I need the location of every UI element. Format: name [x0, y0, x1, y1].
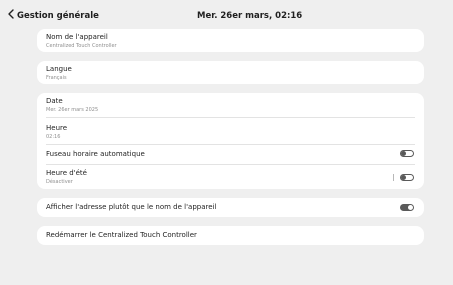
time-value: 02:16 [46, 134, 61, 140]
device-name-value: Centralized Touch Controller [46, 43, 117, 49]
time-label: Heure [46, 124, 68, 132]
header-bar: Gestion générale Mer. 26er mars, 02:16 [0, 0, 453, 28]
show-address-item[interactable]: Afficher l'adresse plutôt que le nom de … [37, 198, 424, 217]
toggle-knob [401, 175, 406, 180]
time-item[interactable]: Heure 02:16 [46, 124, 415, 140]
dst-label: Heure d'été [46, 169, 87, 177]
device-name-item[interactable]: Nom de l'appareil Centralized Touch Cont… [37, 29, 424, 52]
settings-screen: Gestion générale Mer. 26er mars, 02:16 N… [0, 0, 453, 285]
language-item[interactable]: Langue Français [37, 61, 424, 84]
auto-timezone-item[interactable]: Fuseau horaire automatique [46, 150, 415, 159]
restart-label: Redémarrer le Centralized Touch Controll… [46, 231, 197, 239]
back-button[interactable] [7, 9, 17, 21]
divider [46, 164, 415, 165]
date-value: Mer. 26er mars 2025 [46, 107, 99, 113]
show-address-label: Afficher l'adresse plutôt que le nom de … [46, 203, 217, 211]
dst-toggle[interactable] [400, 174, 414, 181]
page-title: Gestion générale [17, 11, 99, 21]
device-name-label: Nom de l'appareil [46, 33, 108, 41]
show-address-toggle[interactable] [400, 204, 414, 211]
separator-bar [393, 174, 394, 181]
auto-timezone-label: Fuseau horaire automatique [46, 150, 145, 158]
language-label: Langue [46, 65, 72, 73]
header-datetime: Mer. 26er mars, 02:16 [197, 11, 303, 21]
dst-value: Désactiver [46, 179, 73, 185]
date-item[interactable]: Date Mer. 26er mars 2025 [46, 97, 415, 113]
dst-item[interactable]: Heure d'été Désactiver [46, 169, 415, 185]
date-label: Date [46, 97, 63, 105]
divider [46, 144, 415, 145]
divider [46, 117, 415, 118]
auto-timezone-toggle[interactable] [400, 150, 414, 157]
language-value: Français [46, 75, 67, 81]
toggle-knob [401, 151, 406, 156]
chevron-left-icon [8, 9, 14, 19]
datetime-group: Date Mer. 26er mars 2025 Heure 02:16 Fus… [37, 93, 424, 189]
toggle-knob [408, 205, 413, 210]
restart-item[interactable]: Redémarrer le Centralized Touch Controll… [37, 226, 424, 245]
